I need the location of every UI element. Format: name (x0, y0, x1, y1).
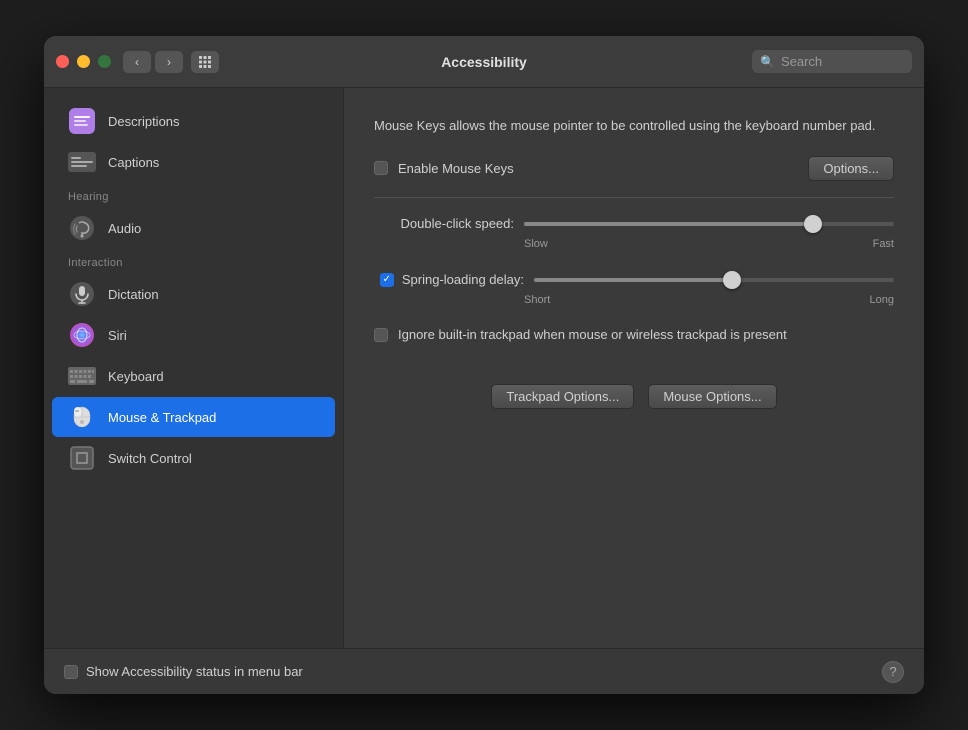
ignore-trackpad-row: Ignore built-in trackpad when mouse or w… (374, 326, 894, 344)
sidebar-item-mouse-trackpad[interactable]: Mouse & Trackpad (52, 397, 335, 437)
double-click-slow: Slow (524, 238, 548, 250)
sidebar-item-audio[interactable]: Audio (52, 208, 335, 248)
double-click-end-labels: Slow Fast (374, 238, 894, 250)
nav-buttons: ‹ › (123, 51, 219, 73)
minimize-button[interactable] (77, 55, 90, 68)
bottom-left: Show Accessibility status in menu bar (64, 664, 303, 679)
content-description: Mouse Keys allows the mouse pointer to b… (374, 116, 894, 136)
divider-1 (374, 197, 894, 198)
forward-button[interactable]: › (155, 51, 183, 73)
section-hearing: Hearing (44, 183, 343, 207)
sidebar: Descriptions Captions Hearing (44, 88, 344, 648)
help-button[interactable]: ? (882, 661, 904, 683)
window-title: Accessibility (441, 54, 527, 70)
double-click-slider[interactable] (524, 214, 894, 234)
audio-icon (68, 214, 96, 242)
options-button[interactable]: Options... (808, 156, 894, 181)
sidebar-item-dictation-label: Dictation (108, 287, 159, 302)
section-interaction: Interaction (44, 249, 343, 273)
spring-loading-fill (534, 278, 732, 282)
keyboard-icon (68, 362, 96, 390)
spring-loading-track (534, 278, 894, 282)
grid-button[interactable] (191, 51, 219, 73)
close-button[interactable] (56, 55, 69, 68)
search-icon: 🔍 (760, 55, 775, 69)
ignore-trackpad-checkbox[interactable] (374, 328, 388, 342)
sidebar-item-descriptions[interactable]: Descriptions (52, 101, 335, 141)
mouse-trackpad-icon (68, 403, 96, 431)
sidebar-item-keyboard[interactable]: Keyboard (52, 356, 335, 396)
sidebar-item-mouse-trackpad-label: Mouse & Trackpad (108, 410, 216, 425)
enable-mouse-keys-label: Enable Mouse Keys (398, 161, 514, 176)
maximize-button[interactable] (98, 55, 111, 68)
trackpad-options-button[interactable]: Trackpad Options... (491, 384, 634, 409)
sidebar-item-siri[interactable]: Siri (52, 315, 335, 355)
enable-mouse-keys-row: Enable Mouse Keys Options... (374, 156, 894, 181)
ignore-trackpad-label: Ignore built-in trackpad when mouse or w… (398, 326, 787, 344)
dictation-icon (68, 280, 96, 308)
spring-loading-row: Spring-loading delay: Short Long (374, 270, 894, 306)
siri-icon (68, 321, 96, 349)
sidebar-item-captions[interactable]: Captions (52, 142, 335, 182)
sidebar-item-switch-control[interactable]: Switch Control (52, 438, 335, 478)
double-click-label: Double-click speed: (374, 216, 514, 231)
double-click-fast: Fast (873, 238, 894, 250)
spring-loading-label: Spring-loading delay: (402, 272, 524, 287)
sidebar-item-dictation[interactable]: Dictation (52, 274, 335, 314)
show-status-checkbox[interactable] (64, 665, 78, 679)
traffic-lights (56, 55, 111, 68)
show-status-label: Show Accessibility status in menu bar (86, 664, 303, 679)
enable-mouse-keys-checkbox[interactable] (374, 161, 388, 175)
sidebar-item-captions-label: Captions (108, 155, 159, 170)
main-content: Mouse Keys allows the mouse pointer to b… (344, 88, 924, 648)
spring-loading-long: Long (870, 294, 894, 306)
mouse-options-button[interactable]: Mouse Options... (648, 384, 776, 409)
titlebar: ‹ › Accessibility 🔍 (44, 36, 924, 88)
spring-loading-slider[interactable] (534, 270, 894, 290)
sidebar-item-audio-label: Audio (108, 221, 141, 236)
double-click-slider-label-row: Double-click speed: (374, 214, 894, 234)
spring-loading-thumb[interactable] (723, 271, 741, 289)
spring-loading-checkbox[interactable] (380, 273, 394, 287)
spring-loading-slider-label-row: Spring-loading delay: (374, 270, 894, 290)
switch-control-icon (68, 444, 96, 472)
double-click-fill (524, 222, 813, 226)
descriptions-icon (68, 107, 96, 135)
sidebar-item-siri-label: Siri (108, 328, 127, 343)
window: ‹ › Accessibility 🔍 (44, 36, 924, 694)
spring-loading-short: Short (524, 294, 550, 306)
search-input[interactable] (781, 54, 904, 69)
back-button[interactable]: ‹ (123, 51, 151, 73)
bottom-action-buttons: Trackpad Options... Mouse Options... (374, 384, 894, 409)
sidebar-item-keyboard-label: Keyboard (108, 369, 164, 384)
spring-loading-end-labels: Short Long (374, 294, 894, 306)
sidebar-item-descriptions-label: Descriptions (108, 114, 180, 129)
double-click-track (524, 222, 894, 226)
captions-icon (68, 148, 96, 176)
sidebar-item-switch-control-label: Switch Control (108, 451, 192, 466)
bottom-bar: Show Accessibility status in menu bar ? (44, 648, 924, 694)
double-click-thumb[interactable] (804, 215, 822, 233)
body: Descriptions Captions Hearing (44, 88, 924, 648)
search-box[interactable]: 🔍 (752, 50, 912, 73)
double-click-speed-row: Double-click speed: Slow Fast (374, 214, 894, 250)
